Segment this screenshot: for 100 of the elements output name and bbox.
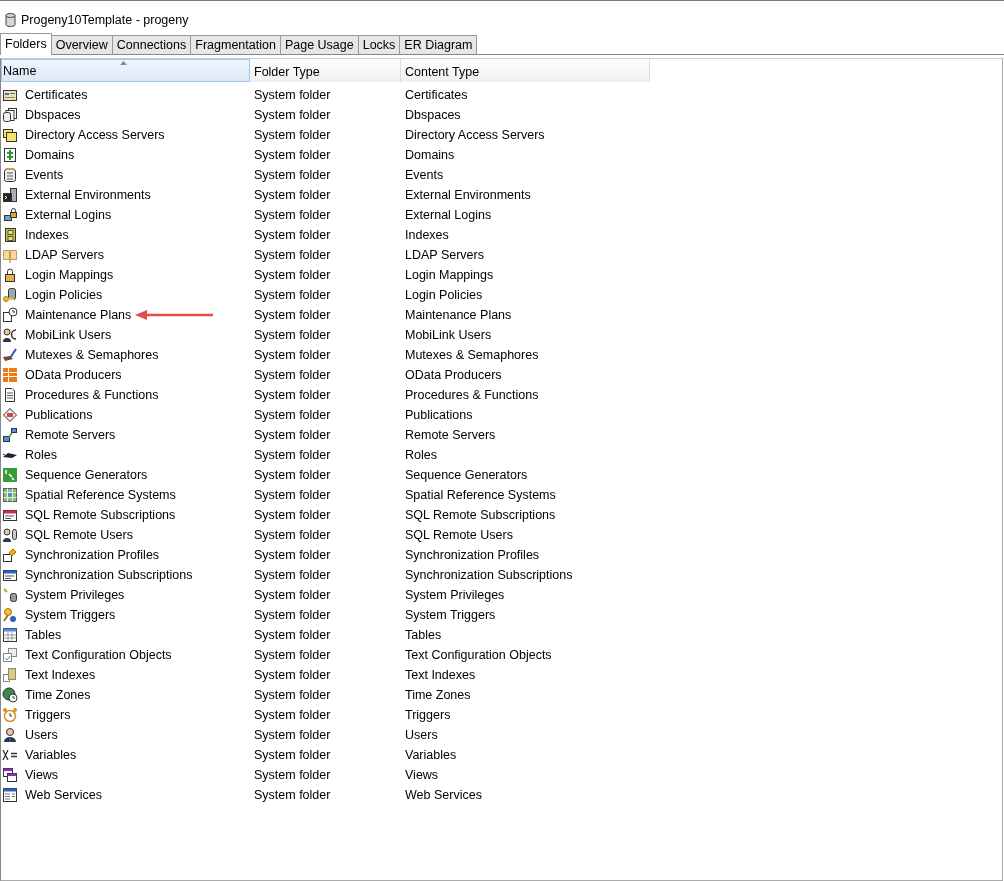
folder-name[interactable]: External Environments bbox=[25, 188, 151, 202]
folder-name[interactable]: Users bbox=[25, 728, 58, 742]
folder-name[interactable]: Directory Access Servers bbox=[25, 128, 165, 142]
folder-name[interactable]: Certificates bbox=[25, 88, 88, 102]
certificate-icon bbox=[2, 87, 18, 103]
folder-type-cell: System folder bbox=[254, 748, 331, 762]
content-type-cell: System Privileges bbox=[405, 588, 505, 602]
folder-name[interactable]: Indexes bbox=[25, 228, 69, 242]
open-book-icon bbox=[2, 247, 18, 263]
folder-name[interactable]: Web Services bbox=[25, 788, 102, 802]
folder-name[interactable]: Tables bbox=[25, 628, 62, 642]
folder-type-cell: System folder bbox=[254, 208, 331, 222]
folder-name[interactable]: SQL Remote Users bbox=[25, 528, 133, 542]
folder-name[interactable]: Domains bbox=[25, 148, 75, 162]
folder-name[interactable]: Remote Servers bbox=[25, 428, 116, 442]
folder-type-cell: System folder bbox=[254, 508, 331, 522]
folder-name[interactable]: Text Configuration Objects bbox=[25, 648, 172, 662]
content-type-cell: Roles bbox=[405, 448, 437, 462]
document-stack-icon bbox=[2, 647, 18, 663]
folder-type-cell: System folder bbox=[254, 148, 331, 162]
folder-type-cell: System folder bbox=[254, 268, 331, 282]
folder-type-cell: System folder bbox=[254, 368, 331, 382]
user-sync-icon bbox=[2, 327, 18, 343]
folder-type-cell: System folder bbox=[254, 168, 331, 182]
content-type-cell: External Logins bbox=[405, 208, 492, 222]
folder-name[interactable]: OData Producers bbox=[25, 368, 122, 382]
folder-name[interactable]: Procedures & Functions bbox=[25, 388, 159, 402]
form-icon bbox=[2, 507, 18, 523]
content-type-cell: MobiLink Users bbox=[405, 328, 492, 342]
grid-icon bbox=[2, 367, 18, 383]
folder-name[interactable]: Time Zones bbox=[25, 688, 91, 702]
content-type-cell: OData Producers bbox=[405, 368, 502, 382]
folder-name[interactable]: Mutexes & Semaphores bbox=[25, 348, 159, 362]
content-type-cell: Indexes bbox=[405, 228, 449, 242]
folder-name[interactable]: External Logins bbox=[25, 208, 112, 222]
lock-computer-icon bbox=[2, 207, 18, 223]
content-type-cell: Text Configuration Objects bbox=[405, 648, 552, 662]
hand-pen-icon bbox=[2, 347, 18, 363]
content-type-cell: Text Indexes bbox=[405, 668, 476, 682]
folder-name[interactable]: LDAP Servers bbox=[25, 248, 104, 262]
folder-type-cell: System folder bbox=[254, 388, 331, 402]
content-type-cell: System Triggers bbox=[405, 608, 496, 622]
folder-type-cell: System folder bbox=[254, 248, 331, 262]
tab[interactable]: ER Diagram bbox=[399, 35, 478, 54]
folder-type-cell: System folder bbox=[254, 488, 331, 502]
folder-name[interactable]: MobiLink Users bbox=[25, 328, 112, 342]
column-header[interactable]: Folder Type bbox=[250, 59, 401, 82]
folder-name[interactable]: Events bbox=[25, 168, 64, 182]
folder-name[interactable]: Publications bbox=[25, 408, 93, 422]
table-icon bbox=[2, 627, 18, 643]
tab[interactable]: Connections bbox=[111, 35, 192, 54]
folder-type-cell: System folder bbox=[254, 428, 331, 442]
content-type-cell: Dbspaces bbox=[405, 108, 461, 122]
form-icon bbox=[2, 567, 18, 583]
user-cylinder-icon bbox=[2, 527, 18, 543]
key-cylinder-icon bbox=[2, 287, 18, 303]
content-type-cell: Synchronization Profiles bbox=[405, 548, 540, 562]
web-form-icon bbox=[2, 787, 18, 803]
content-type-cell: Certificates bbox=[405, 88, 468, 102]
folder-name[interactable]: Roles bbox=[25, 448, 57, 462]
folder-type-cell: System folder bbox=[254, 548, 331, 562]
folder-name[interactable]: Text Indexes bbox=[25, 668, 96, 682]
folder-name[interactable]: Triggers bbox=[25, 708, 71, 722]
tab[interactable]: Page Usage bbox=[279, 35, 359, 54]
folder-type-cell: System folder bbox=[254, 448, 331, 462]
tab[interactable]: Overview bbox=[50, 35, 113, 54]
clock-document-icon bbox=[2, 307, 18, 323]
notepad-icon bbox=[2, 167, 18, 183]
folder-name[interactable]: Login Policies bbox=[25, 288, 103, 302]
windows-icon bbox=[2, 767, 18, 783]
folder-name[interactable]: Synchronization Subscriptions bbox=[25, 568, 193, 582]
folder-type-cell: System folder bbox=[254, 188, 331, 202]
content-type-cell: Variables bbox=[405, 748, 457, 762]
content-type-cell: Maintenance Plans bbox=[405, 308, 512, 322]
tab[interactable]: Fragmentation bbox=[190, 35, 281, 54]
folder-name[interactable]: Maintenance Plans bbox=[25, 308, 132, 322]
folder-name[interactable]: System Privileges bbox=[25, 588, 125, 602]
folder-name[interactable]: Dbspaces bbox=[25, 108, 81, 122]
variable-icon bbox=[2, 747, 18, 763]
content-type-cell: Users bbox=[405, 728, 438, 742]
content-type-cell: LDAP Servers bbox=[405, 248, 484, 262]
folder-type-cell: System folder bbox=[254, 108, 331, 122]
tab[interactable]: Locks bbox=[357, 35, 401, 54]
content-type-cell: Remote Servers bbox=[405, 428, 496, 442]
folder-type-cell: System folder bbox=[254, 288, 331, 302]
folder-name[interactable]: Sequence Generators bbox=[25, 468, 148, 482]
folder-name[interactable]: SQL Remote Subscriptions bbox=[25, 508, 176, 522]
folder-name[interactable]: Variables bbox=[25, 748, 77, 762]
folder-name[interactable]: System Triggers bbox=[25, 608, 116, 622]
column-header[interactable]: Content Type bbox=[401, 59, 650, 82]
network-icon bbox=[2, 427, 18, 443]
folder-name[interactable]: Synchronization Profiles bbox=[25, 548, 160, 562]
diamond-icon bbox=[2, 407, 18, 423]
column-header[interactable]: Name bbox=[1, 59, 250, 82]
folder-type-cell: System folder bbox=[254, 588, 331, 602]
folder-name[interactable]: Login Mappings bbox=[25, 268, 114, 282]
tab[interactable]: Folders bbox=[0, 33, 52, 55]
folder-name[interactable]: Spatial Reference Systems bbox=[25, 488, 176, 502]
folder-name[interactable]: Views bbox=[25, 768, 59, 782]
folder-type-cell: System folder bbox=[254, 468, 331, 482]
